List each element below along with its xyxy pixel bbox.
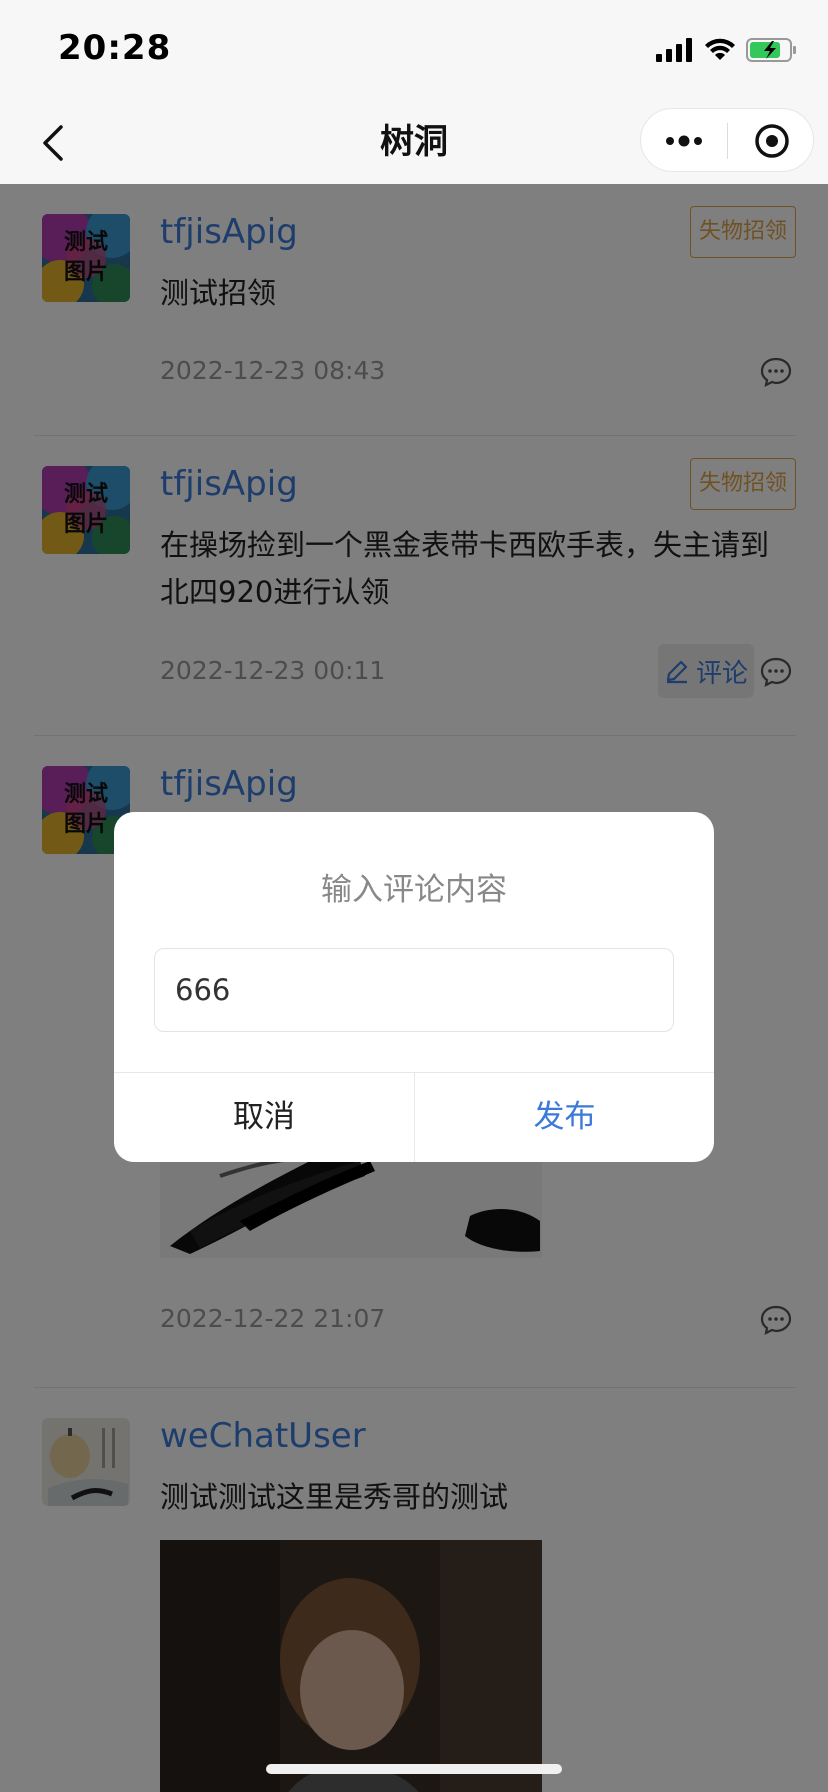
capsule-divider (727, 123, 728, 159)
home-indicator (266, 1764, 562, 1774)
publish-button[interactable]: 发布 (415, 1073, 714, 1162)
battery-charging-icon (746, 38, 796, 62)
more-button[interactable] (641, 109, 727, 173)
nav-bar: 树洞 (0, 100, 828, 184)
close-miniprogram-button[interactable] (729, 109, 815, 173)
chevron-left-icon (43, 125, 63, 161)
dialog-title: 输入评论内容 (321, 872, 507, 908)
cancel-button[interactable]: 取消 (114, 1073, 414, 1162)
signal-icon (656, 38, 692, 62)
wifi-icon (705, 38, 735, 60)
status-bar: 20:28 (0, 0, 828, 100)
back-button[interactable] (28, 118, 78, 168)
capsule-menu (640, 108, 814, 172)
comment-dialog: 输入评论内容 666 取消 发布 (114, 812, 714, 1162)
status-icons (656, 32, 798, 68)
comment-input[interactable]: 666 (154, 948, 674, 1032)
target-close-icon (755, 124, 789, 158)
more-dots-icon (666, 135, 702, 147)
status-time: 20:28 (58, 28, 172, 68)
